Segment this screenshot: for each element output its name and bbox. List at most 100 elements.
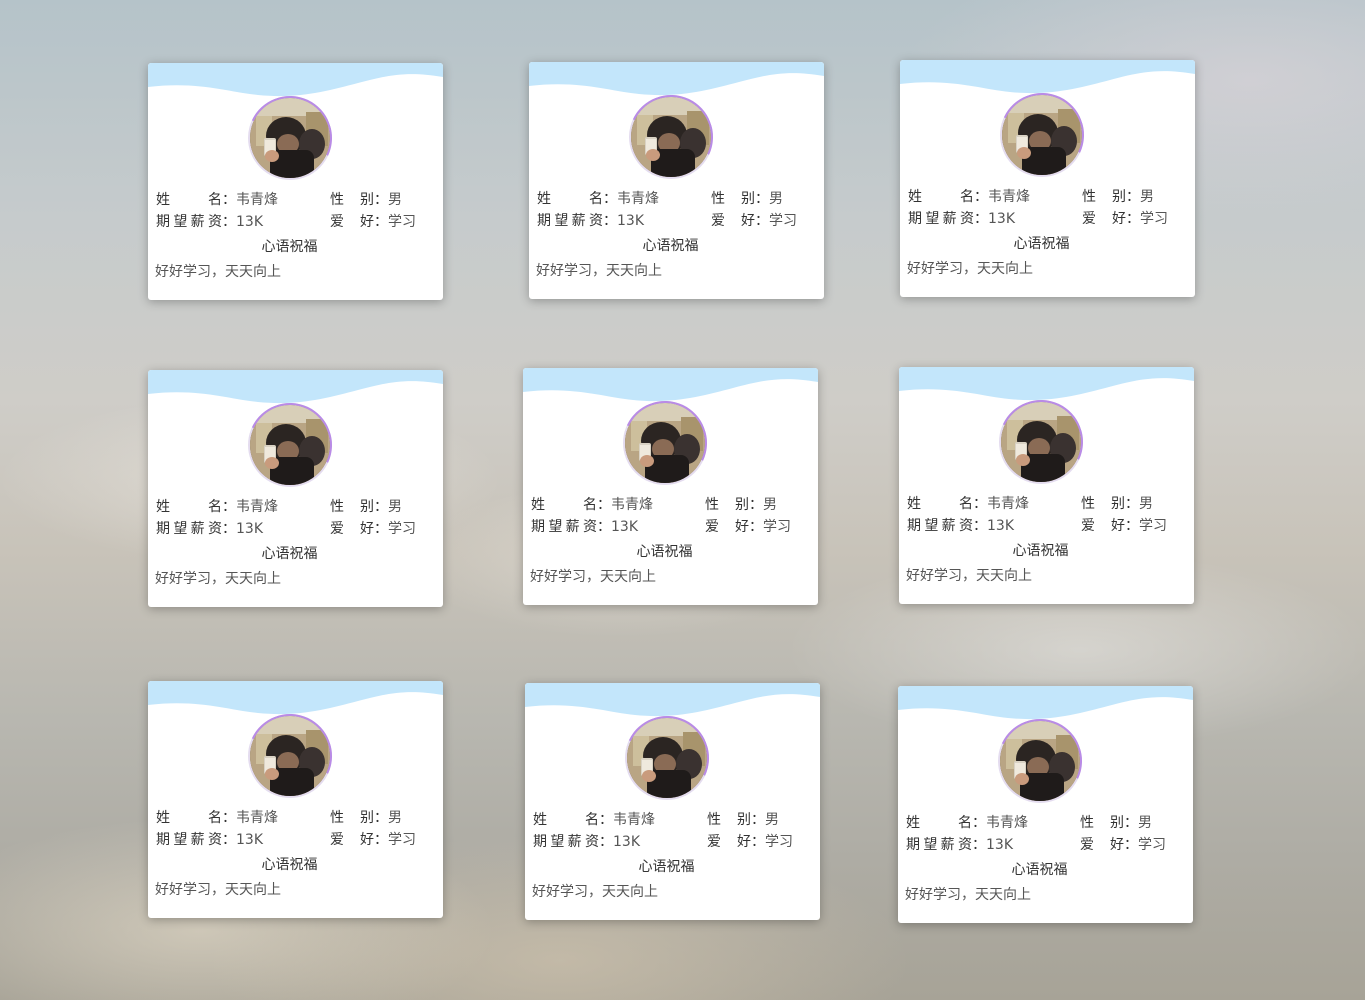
info-row-1: 姓名：韦青烽 性别：男 — [531, 494, 816, 516]
wish-text: 好好学习，天天向上 — [907, 261, 1033, 277]
hobby-value: 学习 — [388, 214, 416, 230]
gender-label: 性别 — [711, 191, 755, 207]
colon: ： — [222, 192, 236, 208]
hobby-field: 爱好：学习 — [711, 210, 797, 232]
gender-label: 性别 — [1080, 815, 1124, 831]
hobby-value: 学习 — [765, 834, 793, 850]
wish-text: 好好学习，天天向上 — [536, 263, 662, 279]
salary-label: 期望薪资 — [156, 832, 222, 848]
hobby-value: 学习 — [388, 521, 416, 537]
colon: ： — [222, 521, 236, 537]
wish-text: 好好学习，天天向上 — [905, 887, 1031, 903]
profile-info: 姓名：韦青烽 性别：男 期望薪资：13K 爱好：学习 — [531, 494, 816, 538]
colon: ： — [374, 499, 388, 515]
info-row-1: 姓名：韦青烽 性别：男 — [908, 186, 1193, 208]
salary-label: 期望薪资 — [906, 837, 972, 853]
gender-value: 男 — [1138, 815, 1152, 831]
profile-info: 姓名：韦青烽 性别：男 期望薪资：13K 爱好：学习 — [906, 812, 1191, 856]
colon: ： — [222, 214, 236, 230]
gender-label: 性别 — [330, 192, 374, 208]
info-row-2: 期望薪资：13K 爱好：学习 — [907, 515, 1192, 537]
hobby-value: 学习 — [388, 832, 416, 848]
hobby-value: 学习 — [1140, 211, 1168, 227]
name-value: 韦青烽 — [236, 192, 278, 208]
profile-info: 姓名：韦青烽 性别：男 期望薪资：13K 爱好：学习 — [537, 188, 822, 232]
info-row-2: 期望薪资：13K 爱好：学习 — [156, 829, 441, 851]
profile-card-5: 姓名：韦青烽 性别：男 期望薪资：13K 爱好：学习 心语祝福 好好学习，天天向… — [523, 368, 818, 605]
wish-title: 心语祝福 — [642, 238, 699, 254]
colon: ： — [974, 189, 988, 205]
gender-field: 性别：男 — [330, 189, 402, 211]
salary-value: 13K — [617, 213, 644, 229]
profile-info: 姓名：韦青烽 性别：男 期望薪资：13K 爱好：学习 — [156, 807, 441, 851]
name-field: 姓名：韦青烽 — [156, 496, 278, 518]
gender-value: 男 — [388, 499, 402, 515]
hobby-label: 爱好 — [711, 213, 755, 229]
profile-info: 姓名：韦青烽 性别：男 期望薪资：13K 爱好：学习 — [156, 496, 441, 540]
info-row-2: 期望薪资：13K 爱好：学习 — [537, 210, 822, 232]
info-row-2: 期望薪资：13K 爱好：学习 — [531, 516, 816, 538]
salary-label: 期望薪资 — [533, 834, 599, 850]
salary-label: 期望薪资 — [531, 519, 597, 535]
hobby-label: 爱好 — [330, 214, 374, 230]
colon: ： — [222, 832, 236, 848]
name-field: 姓名：韦青烽 — [537, 188, 659, 210]
hobby-label: 爱好 — [707, 834, 751, 850]
colon: ： — [599, 834, 613, 850]
colon: ： — [222, 810, 236, 826]
name-field: 姓名：韦青烽 — [156, 189, 278, 211]
colon: ： — [374, 214, 388, 230]
gender-field: 性别：男 — [711, 188, 783, 210]
name-field: 姓名：韦青烽 — [908, 186, 1030, 208]
wish-text: 好好学习，天天向上 — [906, 568, 1032, 584]
wish-text: 好好学习，天天向上 — [530, 569, 656, 585]
hobby-field: 爱好：学习 — [707, 831, 793, 853]
salary-value: 13K — [236, 832, 263, 848]
info-row-1: 姓名：韦青烽 性别：男 — [906, 812, 1191, 834]
colon: ： — [749, 497, 763, 513]
colon: ： — [597, 497, 611, 513]
colon: ： — [374, 192, 388, 208]
name-label: 姓名 — [533, 812, 599, 828]
colon: ： — [1126, 189, 1140, 205]
colon: ： — [597, 519, 611, 535]
wish-text: 好好学习，天天向上 — [532, 884, 658, 900]
profile-card-8: 姓名：韦青烽 性别：男 期望薪资：13K 爱好：学习 心语祝福 好好学习，天天向… — [525, 683, 820, 920]
wish-title: 心语祝福 — [638, 859, 695, 875]
profile-card-4: 姓名：韦青烽 性别：男 期望薪资：13K 爱好：学习 心语祝福 好好学习，天天向… — [148, 370, 443, 607]
gender-field: 性别：男 — [330, 807, 402, 829]
info-row-2: 期望薪资：13K 爱好：学习 — [908, 208, 1193, 230]
colon: ： — [755, 213, 769, 229]
colon: ： — [222, 499, 236, 515]
name-value: 韦青烽 — [236, 810, 278, 826]
colon: ： — [374, 810, 388, 826]
wish-title: 心语祝福 — [261, 546, 318, 562]
gender-label: 性别 — [1082, 189, 1126, 205]
name-label: 姓名 — [906, 815, 972, 831]
info-row-1: 姓名：韦青烽 性别：男 — [537, 188, 822, 210]
gender-value: 男 — [1139, 496, 1153, 512]
colon: ： — [603, 191, 617, 207]
salary-value: 13K — [986, 837, 1013, 853]
name-value: 韦青烽 — [988, 189, 1030, 205]
colon: ： — [972, 837, 986, 853]
gender-value: 男 — [763, 497, 777, 513]
salary-label: 期望薪资 — [908, 211, 974, 227]
colon: ： — [755, 191, 769, 207]
gender-value: 男 — [388, 810, 402, 826]
info-row-2: 期望薪资：13K 爱好：学习 — [906, 834, 1191, 856]
wish-text: 好好学习，天天向上 — [155, 571, 281, 587]
name-field: 姓名：韦青烽 — [907, 493, 1029, 515]
salary-value: 13K — [236, 214, 263, 230]
profile-card-3: 姓名：韦青烽 性别：男 期望薪资：13K 爱好：学习 心语祝福 好好学习，天天向… — [900, 60, 1195, 297]
colon: ： — [599, 812, 613, 828]
colon: ： — [374, 521, 388, 537]
gender-label: 性别 — [330, 810, 374, 826]
name-field: 姓名：韦青烽 — [531, 494, 653, 516]
hobby-label: 爱好 — [1082, 211, 1126, 227]
gender-label: 性别 — [330, 499, 374, 515]
name-label: 姓名 — [156, 810, 222, 826]
hobby-label: 爱好 — [705, 519, 749, 535]
name-label: 姓名 — [531, 497, 597, 513]
gender-label: 性别 — [707, 812, 751, 828]
